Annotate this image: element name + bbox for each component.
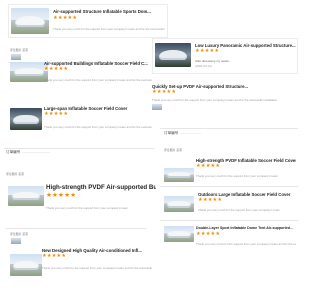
review-card[interactable]: Low Luxury Panoramic Air-supported Struc…: [152, 38, 298, 74]
divider: [160, 220, 298, 221]
review-meta: 评论图片 买家: [10, 232, 29, 236]
product-title[interactable]: Double-Layer Sport Inflatable Dome Tent …: [196, 226, 296, 230]
product-thumbnail[interactable]: [155, 43, 191, 67]
product-thumbnail[interactable]: [10, 108, 42, 130]
product-thumbnail[interactable]: [164, 196, 194, 212]
product-thumbnail[interactable]: [10, 62, 48, 82]
product-thumbnail[interactable]: [10, 254, 42, 276]
review-date: (2024-03-14): [195, 64, 212, 68]
rating-stars: ★★★★★: [44, 111, 69, 117]
rating-stars: ★★★★★: [198, 197, 223, 203]
order-number-label: 订单编号: [164, 131, 179, 135]
product-thumbnail[interactable]: [164, 168, 194, 182]
review-meta: 评论图片 买家: [6, 172, 25, 176]
rating-stars: ★★★★★: [152, 89, 177, 95]
product-thumbnail[interactable]: [11, 8, 49, 34]
rating-stars: ★★★★★: [196, 163, 221, 169]
review-meta: 评论图片 买家: [10, 48, 29, 52]
product-thumbnail[interactable]: [164, 226, 194, 242]
review-text: Thank you very much for the support from…: [44, 125, 152, 129]
review-card[interactable]: Double-Layer Sport Inflatable Dome Tent …: [160, 222, 298, 256]
review-card[interactable]: Air-supported Structure Inflatable Sport…: [8, 4, 168, 38]
review-text: Thank you very much for the support from…: [196, 242, 296, 246]
rating-stars: ★★★★★: [195, 48, 220, 54]
order-number-label: 订单编号: [6, 150, 21, 154]
review-text: Thank you very much for the support from…: [53, 27, 165, 31]
review-text: Thank you very much for the support from…: [196, 174, 278, 178]
review-text: Thank you very much for the support from…: [44, 78, 152, 82]
rating-stars: ★★★★★: [196, 231, 221, 237]
rating-stars: ★★★★★: [42, 253, 67, 259]
review-text: Thank you very much for the support from…: [198, 208, 280, 212]
product-thumbnail[interactable]: [8, 186, 44, 206]
divider: [160, 128, 298, 129]
review-text: After discussing my needs...: [195, 59, 232, 63]
review-image[interactable]: [152, 104, 162, 110]
review-card[interactable]: Quickly Set-up PVDF Air-supported Struct…: [148, 80, 298, 110]
review-card[interactable]: Outdoors Large Inflatable Soccer Field C…: [160, 188, 298, 218]
divider: [4, 148, 154, 149]
order-number-value: ——————: [179, 131, 201, 135]
review-card[interactable]: Large-span Inflatable Soccer Field Cover…: [8, 102, 153, 132]
product-title[interactable]: Air-supported Structure Inflatable Sport…: [53, 9, 165, 14]
review-text: Thank you very much for the support from…: [46, 206, 128, 210]
divider: [160, 186, 298, 187]
review-card[interactable]: High-strength PVDF Air-supported Buildin…: [4, 180, 156, 218]
order-number-header: 订单编号 ——————: [164, 131, 201, 136]
review-text: Thank you very much for the support from…: [42, 266, 152, 270]
order-number-value: ————————: [21, 150, 51, 154]
review-card[interactable]: New Designed High Quality Air-conditione…: [4, 244, 154, 286]
order-number-header: 订单编号 ————————: [6, 150, 50, 155]
review-text: Thank you very much for the support from…: [152, 98, 278, 102]
divider: [6, 228, 146, 229]
review-card[interactable]: Air-supported Buildings Inflatable Socce…: [8, 56, 153, 86]
rating-stars: ★★★★★: [46, 192, 77, 199]
product-title[interactable]: High-strength PVDF Air-supported Buildin…: [46, 184, 156, 191]
review-card[interactable]: High-strength PVDF Inflatable Soccer Fie…: [160, 152, 298, 182]
rating-stars: ★★★★★: [44, 66, 69, 72]
rating-stars: ★★★★★: [53, 15, 78, 21]
